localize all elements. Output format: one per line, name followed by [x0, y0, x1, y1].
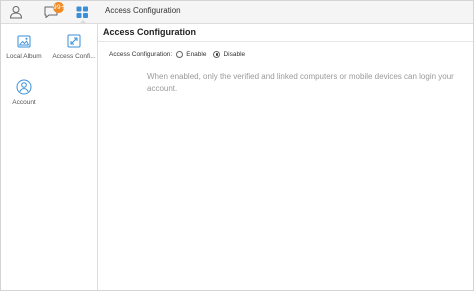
setting-label: Access Configuration:	[109, 51, 173, 58]
main-panel: Access Configuration Access Configuratio…	[98, 24, 473, 290]
page-title: Access Configuration	[103, 27, 197, 37]
enable-label: Enable	[186, 51, 207, 58]
sidebar-item-label: Account	[12, 99, 36, 106]
notification-badge: 99+	[53, 2, 66, 13]
app-window: 99+ Access Configuration Local Album Acc…	[0, 0, 474, 291]
disable-option[interactable]: Disable	[213, 51, 245, 58]
sidebar-item-label: Access Confi...	[52, 53, 96, 60]
active-tab-indicator	[80, 20, 86, 23]
picture-icon	[1, 31, 47, 51]
divider	[98, 41, 473, 42]
enable-option[interactable]: Enable	[176, 51, 206, 58]
account-icon	[1, 77, 47, 97]
enable-radio[interactable]	[176, 51, 184, 58]
window-title: Access Configuration	[105, 6, 181, 15]
access-config-icon	[51, 31, 97, 51]
grid-icon[interactable]	[74, 4, 90, 20]
user-icon[interactable]	[8, 4, 24, 20]
access-radio-group: Enable Disable	[176, 51, 252, 58]
top-bar: 99+ Access Configuration	[1, 1, 473, 24]
sidebar-item-label: Local Album	[6, 53, 42, 60]
disable-label: Disable	[223, 51, 246, 58]
disable-radio[interactable]	[213, 51, 221, 58]
sidebar: Local Album Access Confi... Account	[1, 24, 98, 290]
sidebar-item-access-config[interactable]: Access Confi...	[51, 24, 97, 64]
access-setting-row: Access Configuration: Enable Disable	[109, 51, 252, 58]
help-text: When enabled, only the verified and link…	[147, 72, 454, 93]
sidebar-item-local-album[interactable]: Local Album	[1, 24, 47, 64]
sidebar-item-account[interactable]: Account	[1, 70, 47, 110]
